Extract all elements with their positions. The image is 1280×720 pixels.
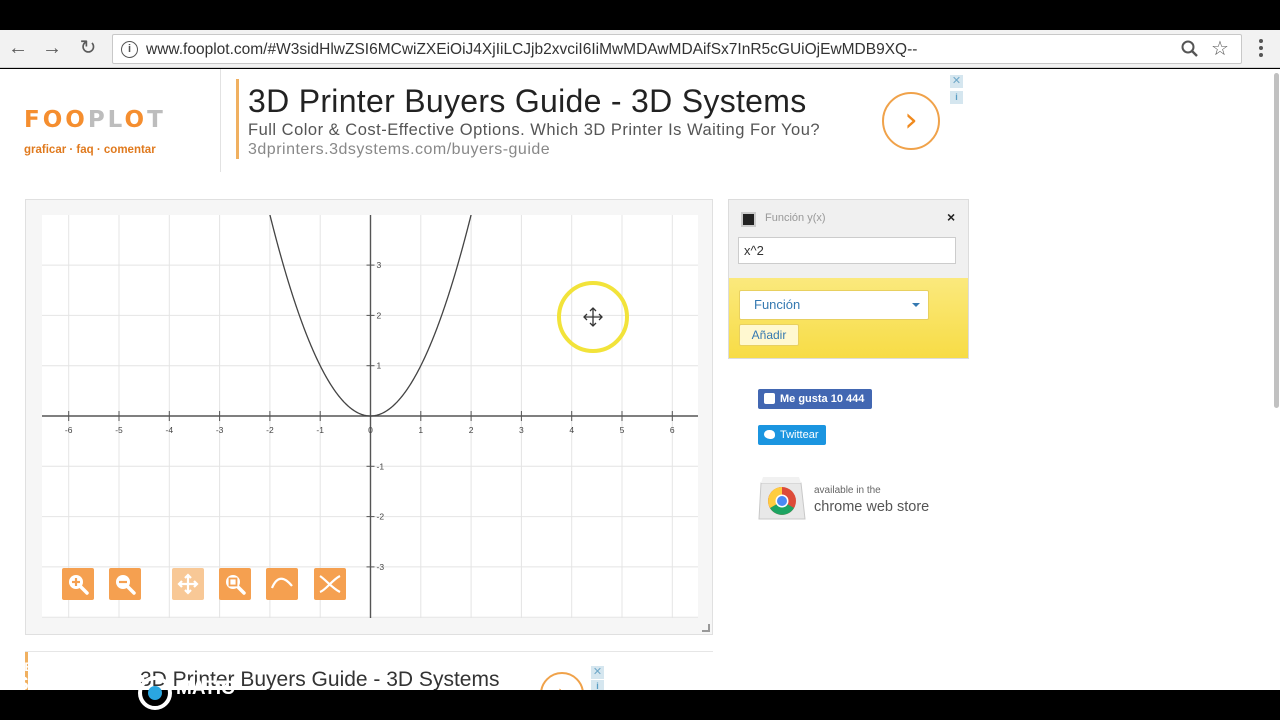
y-tick-label: -3 [377, 562, 385, 572]
graph-container: -6 -5 -4 -3 -2 -1 0 1 2 3 4 5 6 3 2 1 -1 -2 -3 [25, 199, 713, 635]
function-type-select[interactable]: Función [739, 290, 929, 320]
ad-url[interactable]: 3dprinters.3dsystems.com/buyers-guide [248, 141, 550, 159]
x-tick-label: -6 [65, 425, 73, 435]
x-tick-label: -1 [316, 425, 324, 435]
top-ad[interactable]: 3D Printer Buyers Guide - 3D Systems Ful… [236, 75, 966, 169]
nav-separator: · [66, 144, 77, 156]
scroll-thumb[interactable] [1274, 73, 1279, 408]
nav-link-graficar[interactable]: graficar [24, 144, 66, 156]
function-color-swatch[interactable] [741, 212, 756, 227]
resize-handle-icon[interactable] [702, 624, 710, 632]
x-tick-label: 3 [519, 425, 524, 435]
x-tick-label: -5 [115, 425, 123, 435]
info-icon[interactable]: i [121, 41, 138, 58]
add-function-area: Función Añadir [729, 278, 968, 358]
function-remove-icon[interactable]: × [947, 209, 955, 225]
header-divider [220, 69, 221, 172]
thumbs-up-icon [764, 393, 775, 404]
ad-description: Full Color & Cost-Effective Options. Whi… [248, 121, 821, 139]
screencast-watermark: RECORDED WITH SCREENCAST MATIC [16, 660, 235, 710]
screencast-logo-icon [138, 676, 172, 710]
curve-icon[interactable] [266, 568, 298, 600]
forward-arrow-icon[interactable]: → [39, 35, 65, 61]
x-tick-label: 6 [670, 425, 675, 435]
magnifier-icon[interactable] [1180, 39, 1200, 59]
address-bar[interactable]: i www.fooplot.com/#W3sidHlwZSI6MCwiZXEiO… [112, 34, 1242, 64]
fooplot-logo[interactable]: FOOPLOT [24, 107, 166, 133]
nav-link-comentar[interactable]: comentar [104, 144, 156, 156]
reload-icon[interactable]: ↻ [75, 35, 101, 61]
ad-info-icon[interactable]: i [950, 91, 963, 104]
ad-close-icon[interactable]: ✕ [950, 75, 963, 88]
x-tick-label: -3 [216, 425, 224, 435]
zoom-in-icon[interactable] [62, 568, 94, 600]
x-tick-label: 1 [418, 425, 423, 435]
graph-canvas[interactable]: -6 -5 -4 -3 -2 -1 0 1 2 3 4 5 6 3 2 1 -1 -2 -3 [42, 215, 698, 618]
watermark-matic-text: MATIC [176, 678, 235, 699]
y-tick-label: -2 [377, 512, 385, 522]
x-tick-label: 2 [469, 425, 474, 435]
watermark-small-text: RECORDED WITH [16, 660, 115, 674]
logo-text-foo: FOO [24, 107, 88, 133]
x-tick-label: 4 [569, 425, 574, 435]
chrome-web-store-icon [758, 477, 806, 520]
x-tick-label: -2 [266, 425, 274, 435]
add-button[interactable]: Añadir [739, 324, 799, 346]
intersection-icon[interactable] [314, 568, 346, 600]
function-panel: Función y(x) × Función Añadir [728, 199, 969, 359]
chrome-web-store-badge[interactable]: available in the chrome web store [757, 473, 957, 525]
star-icon[interactable]: ☆ [1211, 36, 1229, 61]
nav-link-faq[interactable]: faq [76, 144, 93, 156]
chevron-down-icon [912, 303, 920, 307]
cws-store-text: chrome web store [814, 499, 930, 515]
screen: ← → ↻ i www.fooplot.com/#W3sidHlwZSI6MCw… [0, 0, 1280, 720]
url-text[interactable]: www.fooplot.com/#W3sidHlwZSI6MCwiZXEiOiJ… [146, 41, 917, 59]
tweet-button[interactable]: Twittear [758, 425, 826, 445]
x-tick-label: 5 [620, 425, 625, 435]
zoom-out-icon[interactable] [109, 568, 141, 600]
twitter-bird-icon [764, 430, 775, 439]
ad-accent-bar [236, 79, 239, 159]
nav-separator: · [93, 144, 104, 156]
y-tick-label: 2 [377, 310, 382, 320]
function-label: Función y(x) [765, 212, 826, 224]
ad-title[interactable]: 3D Printer Buyers Guide - 3D Systems [248, 83, 807, 120]
ad-arrow-icon[interactable]: › [540, 672, 584, 690]
site-nav: graficar · faq · comentar [24, 144, 156, 156]
facebook-like-button[interactable]: Me gusta 10 444 [758, 389, 872, 409]
browser-toolbar: ← → ↻ i www.fooplot.com/#W3sidHlwZSI6MCw… [0, 30, 1280, 68]
logo-text-o: O [124, 107, 148, 133]
ad-arrow-icon[interactable]: › [882, 92, 940, 150]
ad-close-icon[interactable]: ✕ [591, 666, 604, 679]
scrollbar[interactable] [1272, 69, 1280, 409]
back-arrow-icon[interactable]: ← [5, 35, 31, 61]
watermark-big-text: SCREENCAST [16, 674, 142, 695]
cws-available-text: available in the [814, 485, 881, 496]
zoom-box-icon[interactable] [219, 568, 251, 600]
pan-icon[interactable] [172, 568, 204, 600]
y-tick-label: -1 [377, 461, 385, 471]
y-tick-label: 1 [377, 361, 382, 371]
kebab-menu-icon[interactable] [1256, 37, 1266, 59]
function-type-value: Función [754, 297, 801, 312]
y-tick-label: 3 [377, 260, 382, 270]
page-content: FOOPLOT graficar · faq · comentar 3D Pri… [0, 69, 1280, 690]
x-tick-label: 0 [368, 425, 373, 435]
tweet-label: Twittear [780, 429, 819, 441]
function-input[interactable] [738, 237, 956, 264]
logo-text-t: T [147, 107, 166, 133]
ad-info-icon[interactable]: i [591, 680, 604, 690]
x-tick-label: -4 [166, 425, 174, 435]
facebook-like-label: Me gusta 10 444 [780, 393, 865, 405]
logo-text-pl: PL [87, 107, 125, 133]
